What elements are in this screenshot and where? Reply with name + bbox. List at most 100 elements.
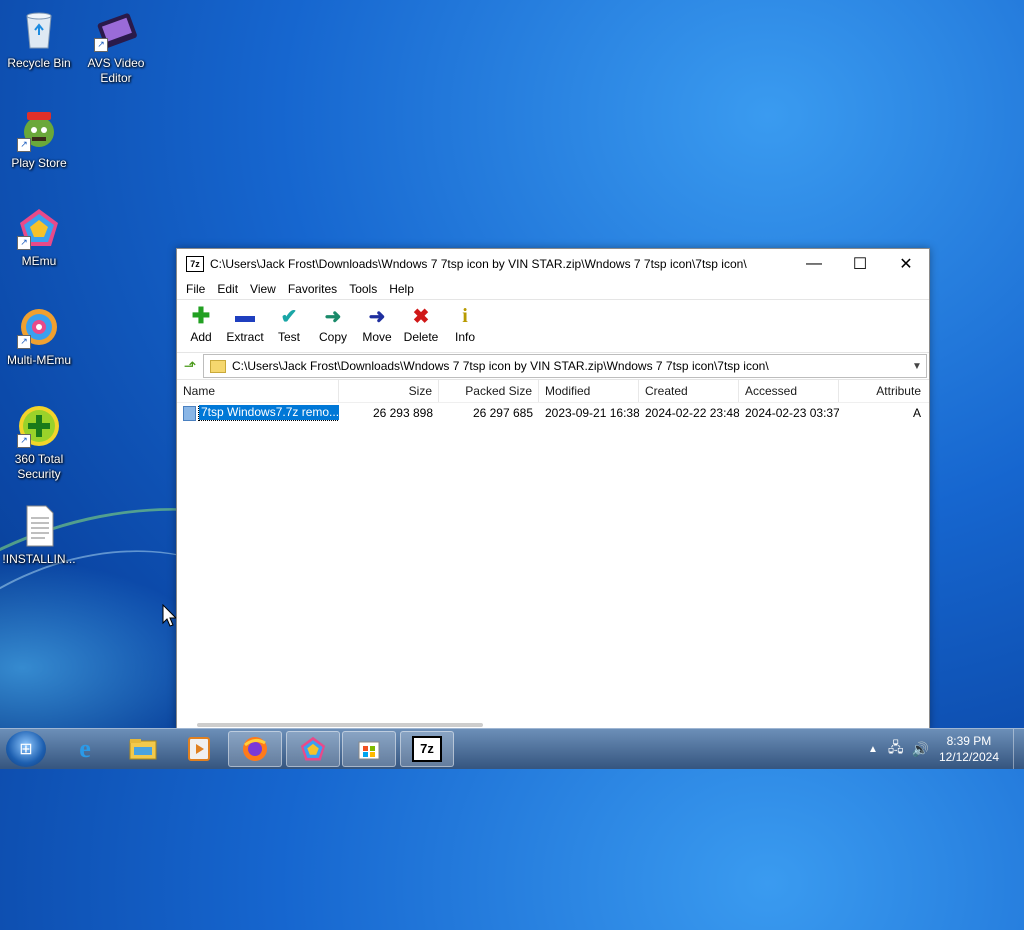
desktop-icon-multi-memu[interactable]: ↗ Multi-MEmu: [1, 305, 77, 368]
volume-icon[interactable]: 🔊: [912, 741, 929, 758]
window-title: C:\Users\Jack Frost\Downloads\Wndows 7 7…: [210, 257, 747, 271]
extract-button[interactable]: ▬ Extract: [225, 300, 265, 345]
info-button[interactable]: i Info: [445, 300, 485, 345]
clock-date: 12/12/2024: [938, 750, 999, 764]
multi-memu-icon: ↗: [17, 305, 61, 349]
taskbar-store[interactable]: [342, 731, 396, 767]
chevron-down-icon[interactable]: ▼: [908, 361, 926, 372]
taskbar-internet-explorer[interactable]: e: [58, 731, 112, 767]
maximize-button[interactable]: ☐: [837, 249, 883, 279]
taskbar-media-player[interactable]: [172, 731, 226, 767]
horizontal-scrollbar[interactable]: [197, 723, 483, 727]
column-header-name[interactable]: Name: [177, 380, 339, 402]
desktop-icon-label: !INSTALLIN...: [2, 552, 76, 566]
start-button[interactable]: ⊞: [6, 731, 46, 767]
desktop-icon-label: Play Store: [11, 156, 67, 170]
minimize-button[interactable]: —: [791, 249, 837, 279]
clock-time: 8:39 PM: [946, 734, 992, 748]
taskbar-file-explorer[interactable]: [116, 731, 170, 767]
desktop-icon-recycle-bin[interactable]: Recycle Bin: [1, 8, 77, 71]
minus-icon: ▬: [235, 304, 255, 327]
row-name-cell: 7tsp Windows7.7z remo...: [177, 405, 339, 421]
copy-button-label: Copy: [318, 330, 347, 344]
menu-bar: File Edit View Favorites Tools Help: [177, 279, 929, 299]
close-button[interactable]: ✕: [883, 249, 929, 279]
add-button[interactable]: ✚ Add: [181, 300, 221, 344]
desktop-icon-play-store[interactable]: ↗ Play Store: [1, 108, 77, 171]
test-button-label: Test: [277, 330, 300, 344]
desktop-icon-installing-file[interactable]: !INSTALLIN...: [1, 504, 77, 567]
shortcut-arrow-icon: ↗: [17, 138, 31, 152]
menu-edit[interactable]: Edit: [211, 282, 244, 296]
row-accessed: 2024-02-23 03:37: [745, 406, 839, 420]
extract-button-label: Extract: [226, 330, 264, 344]
taskbar-firefox[interactable]: [228, 731, 282, 767]
column-header-size[interactable]: Size: [339, 380, 439, 402]
text-document-icon: [17, 504, 61, 548]
add-button-label: Add: [190, 330, 212, 344]
desktop-icon-avs-video-editor[interactable]: ↗ AVS Video Editor: [78, 8, 154, 86]
delete-button-label: Delete: [403, 330, 439, 344]
menu-help[interactable]: Help: [383, 282, 420, 296]
column-header-accessed[interactable]: Accessed: [739, 380, 839, 402]
desktop-icon-label: Multi-MEmu: [6, 353, 71, 367]
menu-file[interactable]: File: [180, 282, 211, 296]
desktop-icon-label: 360 Total Security: [14, 452, 64, 481]
menu-view[interactable]: View: [244, 282, 282, 296]
shield-plus-icon: ↗: [17, 404, 61, 448]
desktop-icon-label: AVS Video Editor: [87, 56, 145, 85]
column-header-packed-size[interactable]: Packed Size: [439, 380, 539, 402]
clock[interactable]: 8:39 PM 12/12/2024: [939, 733, 999, 765]
move-button[interactable]: ➜ Move: [357, 300, 397, 345]
folder-icon: [210, 359, 226, 373]
menu-favorites[interactable]: Favorites: [282, 282, 343, 296]
memu-icon: [300, 736, 326, 761]
internet-explorer-icon: e: [79, 734, 91, 763]
delete-button[interactable]: ✖ Delete: [401, 300, 441, 345]
info-icon: i: [462, 304, 468, 327]
windows-logo-icon: ⊞: [19, 741, 33, 758]
film-reel-icon: ↗: [94, 8, 138, 52]
address-path[interactable]: C:\Users\Jack Frost\Downloads\Wndows 7 7…: [232, 359, 908, 373]
shortcut-arrow-icon: ↗: [94, 38, 108, 52]
desktop-icon-360-total-security[interactable]: ↗ 360 Total Security: [1, 404, 77, 482]
file-icon: [183, 405, 196, 421]
desktop-icon-label: Recycle Bin: [7, 56, 71, 70]
media-player-icon: [188, 737, 210, 761]
up-arrow-folder-icon: ⬏: [183, 358, 197, 375]
copy-button[interactable]: ➜ Copy: [313, 300, 353, 345]
row-created: 2024-02-22 23:48: [645, 406, 739, 420]
toolbar: ✚ Add ▬ Extract ✔ Test ➜ Copy ➜ Move ✖ D…: [177, 299, 929, 352]
column-header-attribute[interactable]: Attribute: [839, 380, 927, 402]
up-folder-button[interactable]: ⬏: [177, 357, 203, 375]
shortcut-arrow-icon: ↗: [17, 434, 31, 448]
memu-icon: ↗: [17, 206, 61, 250]
test-button[interactable]: ✔ Test: [269, 300, 309, 345]
desktop-icon-memu[interactable]: ↗ MEmu: [1, 206, 77, 269]
games-character-icon: ↗: [17, 108, 61, 152]
address-combobox[interactable]: C:\Users\Jack Frost\Downloads\Wndows 7 7…: [203, 354, 927, 378]
system-tray: ▲ 🖧 🔊 8:39 PM 12/12/2024: [868, 729, 1024, 769]
move-button-label: Move: [362, 330, 392, 344]
delete-x-icon: ✖: [412, 305, 430, 328]
column-header-modified[interactable]: Modified: [539, 380, 639, 402]
column-header-created[interactable]: Created: [639, 380, 739, 402]
desktop-icon-label: MEmu: [21, 254, 57, 268]
menu-tools[interactable]: Tools: [343, 282, 383, 296]
title-bar[interactable]: 7z C:\Users\Jack Frost\Downloads\Wndows …: [177, 249, 929, 279]
row-modified: 2023-09-21 16:38: [545, 406, 639, 420]
file-list[interactable]: Name Size Packed Size Modified Created A…: [177, 380, 929, 700]
network-icon[interactable]: 🖧: [888, 737, 904, 761]
recycle-bin-icon: [17, 8, 61, 52]
show-hidden-icons-icon[interactable]: ▲: [868, 744, 878, 755]
taskbar-7zip[interactable]: 7z: [400, 731, 454, 767]
table-row[interactable]: 7tsp Windows7.7z remo... 26 293 898 26 2…: [177, 403, 929, 423]
7zip-icon: 7z: [412, 736, 442, 762]
taskbar-memu[interactable]: [286, 731, 340, 767]
row-attribute: A: [912, 406, 921, 420]
row-name: 7tsp Windows7.7z remo...: [197, 405, 339, 421]
row-size: 26 293 898: [372, 406, 433, 420]
file-list-header: Name Size Packed Size Modified Created A…: [177, 380, 929, 403]
shortcut-arrow-icon: ↗: [17, 236, 31, 250]
show-desktop-button[interactable]: [1013, 729, 1024, 769]
